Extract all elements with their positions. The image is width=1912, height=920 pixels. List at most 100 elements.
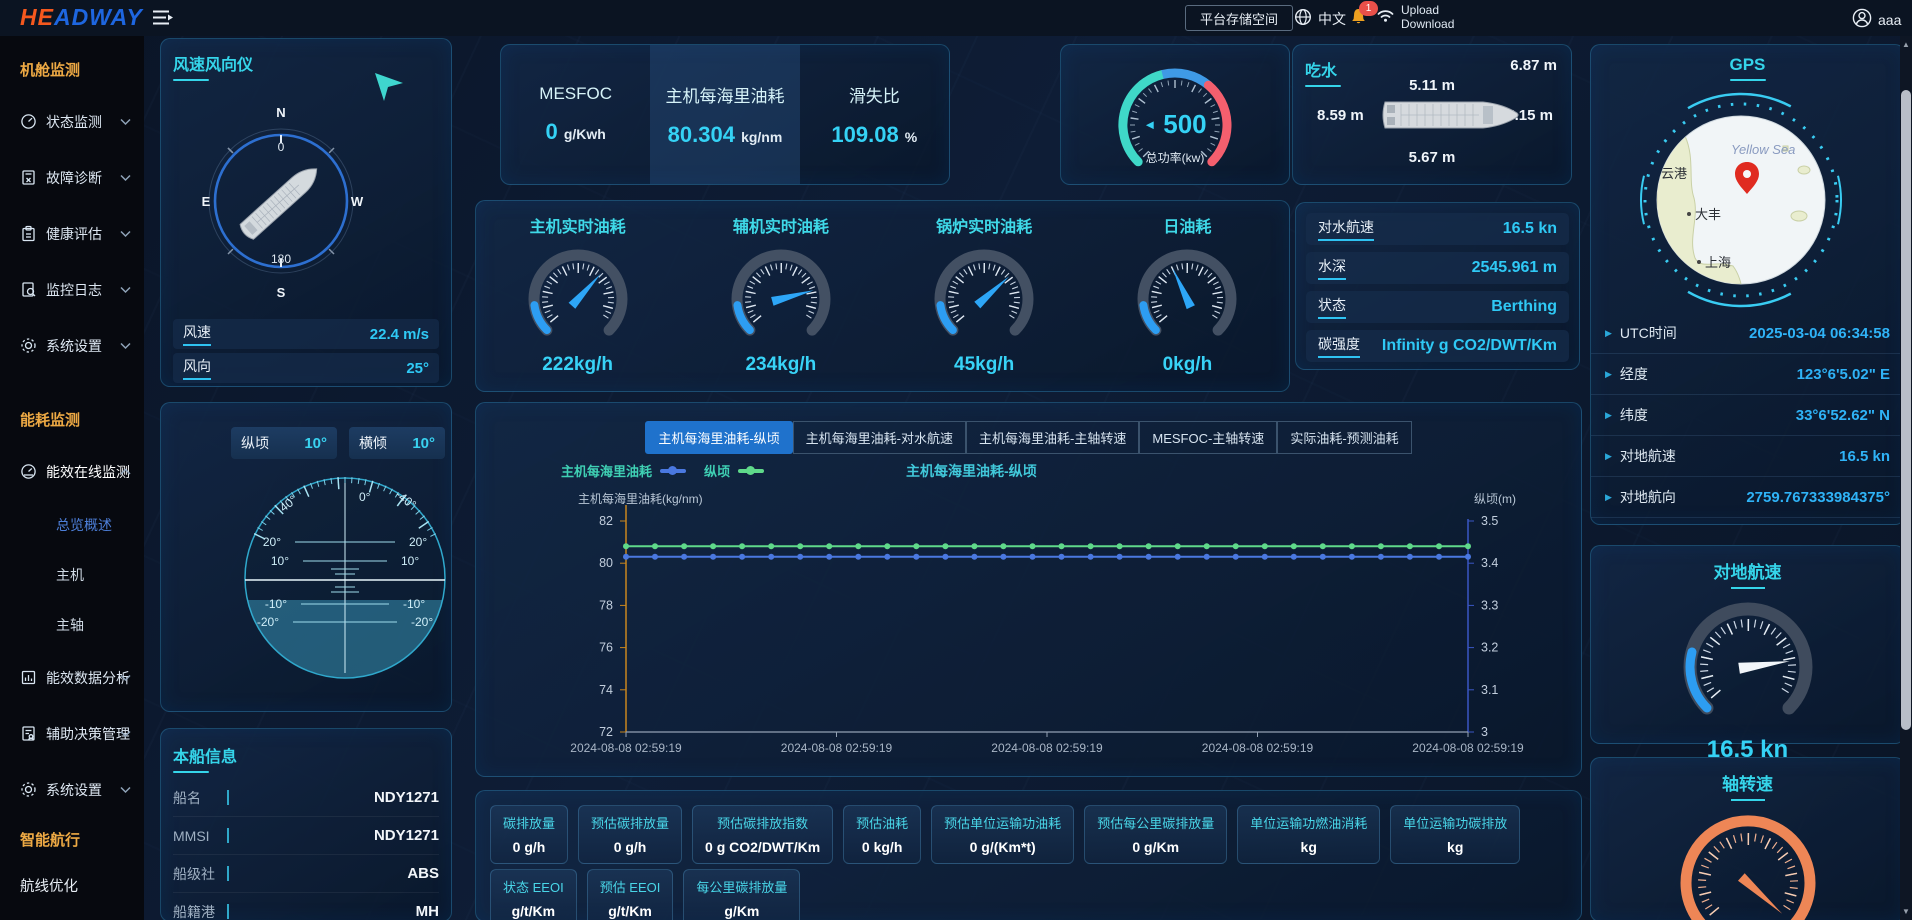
shaft-speed-gauge (1591, 801, 1904, 920)
chart-tab-主机每海里油耗-纵顷[interactable]: 主机每海里油耗-纵顷 (645, 421, 792, 454)
sidebar-subitem-主轴[interactable]: 主轴 (0, 600, 144, 650)
ship-info-panel: 本船信息 船名NDY1271MMSINDY1271船级社ABS船籍港MH (160, 728, 452, 920)
svg-text:-20°: -20° (257, 615, 279, 629)
wind-compass: N 0 E W 180 S (161, 69, 451, 324)
legend-marker-icon (660, 469, 686, 473)
storage-space-button[interactable]: 平台存储空间 (1185, 5, 1293, 31)
svg-text:-20°: -20° (411, 615, 433, 629)
sidebar-item-系统设置[interactable]: 系统设置 (0, 318, 144, 374)
page-scrollbar[interactable]: ▲ ▼ (1900, 36, 1912, 920)
mesfoc-cell-滑失比: 滑失比109.08 % (800, 45, 949, 184)
svg-text:3.1: 3.1 (1481, 683, 1498, 697)
stat-chip-预估油耗: 预估油耗0 kg/h (843, 805, 921, 864)
wind-row-风速: 风速22.4 m/s (173, 319, 439, 349)
sidebar-item-健康评估[interactable]: 健康评估 (0, 206, 144, 262)
sidebar-item-能效在线监测[interactable]: 能效在线监测 (0, 444, 144, 500)
gps-row-对地航速: ▶对地航速16.5 kn (1591, 436, 1904, 477)
svg-text:80: 80 (599, 556, 613, 570)
stat-chip-预估单位运输功油耗: 预估单位运输功油耗0 g/(Km*t) (931, 805, 1074, 864)
gps-row-纬度: ▶纬度33°6'52.62" N (1591, 395, 1904, 436)
triangle-bullet-icon: ▶ (1605, 451, 1612, 462)
nav-info-row-水深: 水深2545.961 m (1306, 252, 1569, 284)
scroll-down-icon[interactable]: ▼ (1902, 907, 1910, 916)
energy-analysis-icon (20, 669, 38, 687)
svg-text:0°: 0° (359, 490, 371, 504)
svg-text:180: 180 (271, 252, 291, 266)
legend-item-纵顷[interactable]: 纵顷 (704, 461, 764, 480)
fuel-pitch-chart: 主机每海里油耗(kg/nm)纵顷(m)8280787674723.53.43.3… (481, 489, 1576, 767)
gps-map: Yellow Sea 云港 大丰 上海 (1626, 85, 1856, 315)
nav-info-row-碳强度: 碳强度Infinity g CO2/DWT/Km (1306, 330, 1569, 362)
energy-online-icon (20, 463, 38, 481)
menu-toggle-icon[interactable] (152, 9, 174, 31)
stat-chip-状态 EEOI: 状态 EEOIg/t/Km (490, 869, 577, 920)
svg-text:3.2: 3.2 (1481, 641, 1498, 655)
svg-text:上海: 上海 (1705, 255, 1731, 270)
chart-title: 主机每海里油耗-纵顷 (906, 461, 1037, 481)
stat-chip-预估碳排放量: 预估碳排放量0 g/h (578, 805, 682, 864)
triangle-bullet-icon: ▶ (1605, 369, 1612, 380)
chevron-up-icon (120, 468, 131, 476)
ship-info-row-船籍港: 船籍港MH (173, 893, 439, 920)
sidebar-item-状态监测[interactable]: 状态监测 (0, 94, 144, 150)
mesfoc-cell-MESFOC: MESFOC0 g/Kwh (501, 45, 650, 184)
fuel-gauges-panel: 主机实时油耗222kg/h辅机实时油耗234kg/h锅炉实时油耗45kg/h日油… (475, 200, 1290, 392)
app-header: HEADWAY 平台存储空间 中文 1 UploadDownload aaa (0, 0, 1912, 36)
chart-tab-实际油耗-预测油耗[interactable]: 实际油耗-预测油耗 (1277, 421, 1411, 454)
ship-info-row-船级社: 船级社ABS (173, 855, 439, 893)
svg-text:3.3: 3.3 (1481, 598, 1498, 612)
svg-text:72: 72 (599, 725, 613, 739)
nav-info-panel: 对水航速16.5 kn水深2545.961 m状态Berthing碳强度Infi… (1295, 202, 1580, 370)
stat-chip-碳排放量: 碳排放量0 g/h (490, 805, 568, 864)
health-assess-icon (20, 225, 38, 243)
sidebar-item-监控日志[interactable]: 监控日志 (0, 262, 144, 318)
emission-stats-panel: 碳排放量0 g/h预估碳排放量0 g/h预估碳排放指数0 g CO2/DWT/K… (475, 790, 1582, 920)
gps-row-UTC时间: ▶UTC时间2025-03-04 06:34:58 (1591, 313, 1904, 354)
wind-panel: 风速风向仪 N 0 E W 180 S 风速22.4 m/s风向25° (160, 38, 452, 387)
globe-icon (1294, 8, 1312, 29)
chart-tab-主机每海里油耗-对水航速[interactable]: 主机每海里油耗-对水航速 (793, 421, 966, 454)
sidebar-subitem-总览概述[interactable]: 总览概述 (0, 500, 144, 550)
sidebar-subitem-主机[interactable]: 主机 (0, 550, 144, 600)
upload-download-button[interactable]: UploadDownload (1376, 3, 1454, 31)
language-selector[interactable]: 中文 (1294, 8, 1346, 29)
triangle-bullet-icon: ▶ (1605, 328, 1612, 339)
chevron-down-icon (120, 118, 131, 126)
sidebar-item-能效数据分析[interactable]: 能效数据分析 (0, 650, 144, 706)
svg-text:74: 74 (599, 683, 613, 697)
ship-info-row-船名: 船名NDY1271 (173, 779, 439, 817)
sidebar-item-航线优化[interactable]: 航线优化 (0, 864, 144, 910)
scrollbar-thumb[interactable] (1901, 90, 1911, 730)
ship-topview-icon (1379, 97, 1529, 133)
mesfoc-panel: MESFOC0 g/Kwh主机每海里油耗80.304 kg/nm滑失比109.0… (500, 44, 950, 185)
svg-text:纵顷(m): 纵顷(m) (1474, 492, 1516, 506)
svg-text:20°: 20° (409, 535, 427, 549)
fuel-gauge-主机实时油耗: 主机实时油耗222kg/h (476, 201, 679, 391)
compass-e-label: E (202, 194, 211, 209)
svg-text:78: 78 (599, 598, 613, 612)
chart-legend: 主机每海里油耗纵顷 (561, 461, 764, 480)
total-power-label: 总功率(kw) (1061, 149, 1289, 166)
sidebar-item-故障诊断[interactable]: 故障诊断 (0, 150, 144, 206)
scroll-up-icon[interactable]: ▲ (1902, 40, 1910, 49)
notifications-button[interactable]: 1 (1350, 7, 1367, 29)
sog-panel-title: 对地航速 (1714, 558, 1782, 589)
svg-text:3.5: 3.5 (1481, 514, 1498, 528)
mesfoc-cell-主机每海里油耗: 主机每海里油耗80.304 kg/nm (650, 45, 799, 184)
draft-above: 5.11 m (1409, 77, 1455, 94)
user-icon (1852, 8, 1872, 31)
svg-text:2024-08-08 02:59:19: 2024-08-08 02:59:19 (1202, 741, 1314, 755)
user-menu[interactable]: aaa (1852, 8, 1901, 31)
svg-text:0: 0 (278, 140, 285, 154)
sidebar-item-系统设置[interactable]: 系统设置 (0, 762, 144, 818)
chart-tab-主机每海里油耗-主轴转速[interactable]: 主机每海里油耗-主轴转速 (966, 421, 1139, 454)
wind-row-风向: 风向25° (173, 353, 439, 383)
sidebar-item-辅助决策管理[interactable]: 辅助决策管理 (0, 706, 144, 762)
app-logo[interactable]: HEADWAY (20, 4, 143, 31)
svg-text:3: 3 (1481, 725, 1488, 739)
settings-icon (20, 337, 38, 355)
chart-tab-MESFOC-主轴转速[interactable]: MESFOC-主轴转速 (1139, 421, 1277, 454)
gps-row-经度: ▶经度123°6'5.02" E (1591, 354, 1904, 395)
sidebar-section-能耗监测: 能耗监测 (0, 398, 144, 444)
legend-item-主机每海里油耗[interactable]: 主机每海里油耗 (561, 461, 686, 480)
